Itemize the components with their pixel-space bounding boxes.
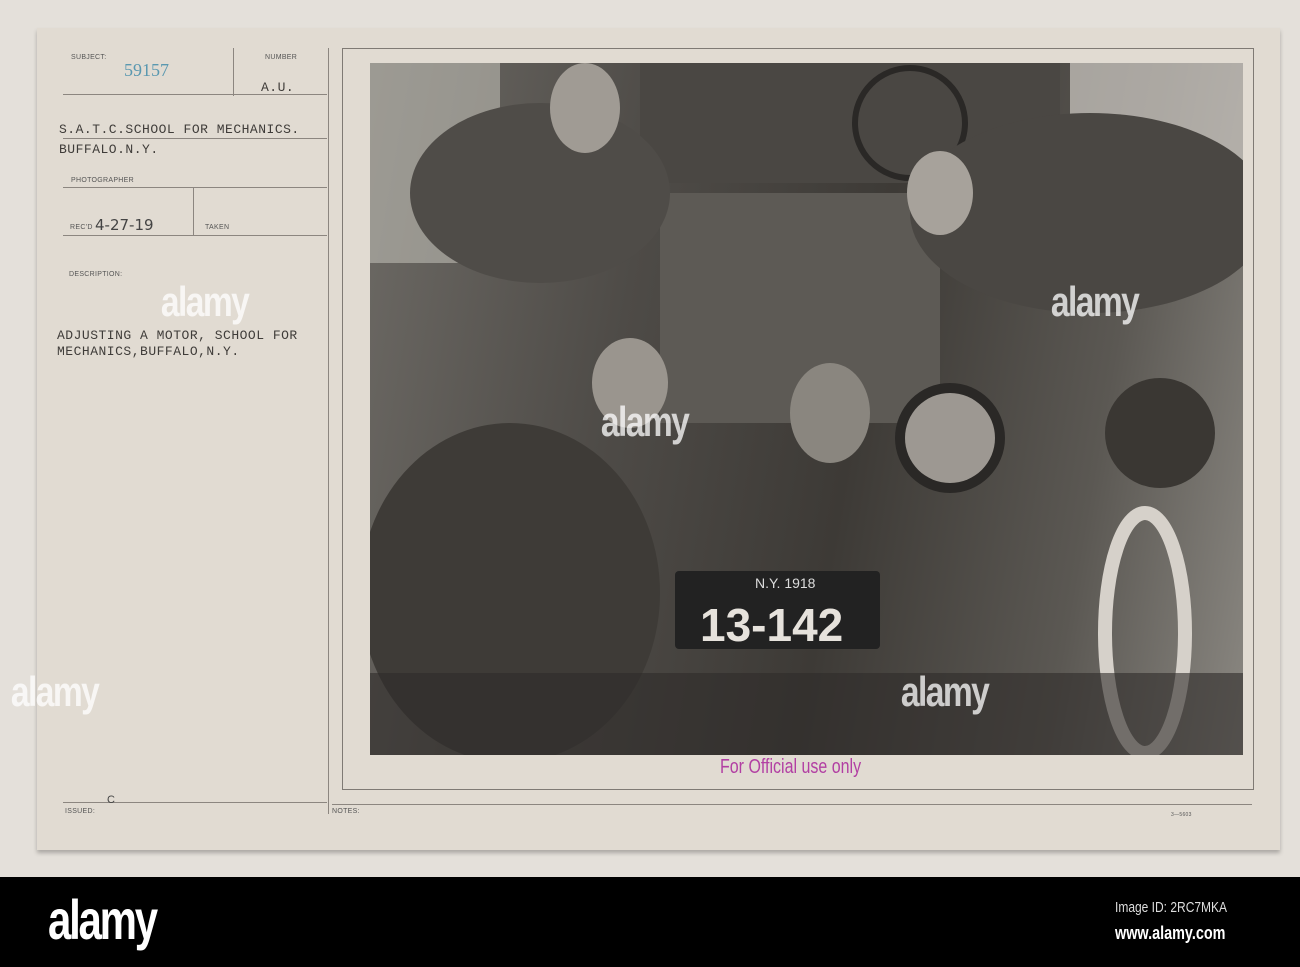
watermark-left: alamy xyxy=(10,668,100,715)
plate-top: N.Y. 1918 xyxy=(755,575,816,591)
official-use-stamp: For Official use only xyxy=(720,756,862,778)
notes-label: NOTES: xyxy=(332,808,360,815)
taken-label: TAKEN xyxy=(205,224,230,231)
description-line-2: MECHANICS,BUFFALO,N.Y. xyxy=(57,344,240,359)
recd-value: 4-27-19 xyxy=(95,216,154,234)
form-code: 3—5603 xyxy=(1171,812,1192,818)
issued-label: ISSUED: xyxy=(65,808,96,815)
description-line-1: ADJUSTING A MOTOR, SCHOOL FOR xyxy=(57,328,298,343)
issued-value: C xyxy=(107,794,115,806)
image-id: Image ID: 2RC7MKA xyxy=(1115,899,1228,916)
number-label: NUMBER xyxy=(265,54,298,61)
plate-number: 13-142 xyxy=(700,599,843,651)
recd-label: REC'D xyxy=(70,224,93,231)
title-line-2: BUFFALO.N.Y. xyxy=(59,142,159,157)
photographer-label: PHOTOGRAPHER xyxy=(71,177,134,184)
description-label: DESCRIPTION: xyxy=(69,271,123,278)
number-value: A.U. xyxy=(261,80,295,95)
subject-number: 59157 xyxy=(124,60,169,80)
alamy-url[interactable]: www.alamy.com xyxy=(1115,923,1225,944)
watermark-center: alamy xyxy=(160,278,250,325)
alamy-logo: alamy xyxy=(48,888,158,951)
watermark-bar: alamy Image ID: 2RC7MKA www.alamy.com xyxy=(0,877,1300,967)
subject-label: SUBJECT: xyxy=(71,54,107,61)
photo-illustration: N.Y. 1918 13-142 xyxy=(370,63,1243,755)
watermark-right: alamy xyxy=(1050,278,1140,325)
title-line-1: S.A.T.C.SCHOOL FOR MECHANICS. xyxy=(59,122,300,137)
watermark-photo: alamy xyxy=(600,398,690,445)
watermark-lower: alamy xyxy=(900,668,990,715)
photograph: N.Y. 1918 13-142 xyxy=(370,63,1243,755)
